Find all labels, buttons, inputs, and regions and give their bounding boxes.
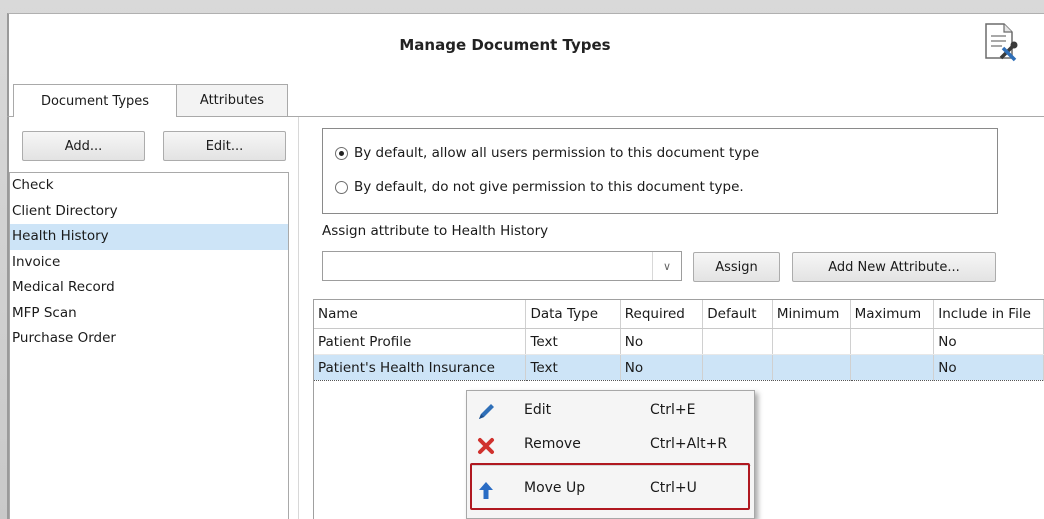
permission-options-box: By default, allow all users permission t… <box>322 128 998 214</box>
add-new-attribute-button[interactable]: Add New Attribute... <box>792 252 996 282</box>
edit-document-type-button[interactable]: Edit... <box>163 131 286 161</box>
window-title: Manage Document Types <box>399 36 611 54</box>
deny-permission-label: By default, do not give permission to th… <box>354 179 744 195</box>
allow-permission-option[interactable]: By default, allow all users permission t… <box>335 145 759 161</box>
list-item[interactable]: Client Directory <box>10 199 288 225</box>
table-row[interactable]: Patient Profile Text No No <box>314 328 1044 355</box>
radio-unselected-icon[interactable] <box>335 180 348 194</box>
cell-data-type: Text <box>525 328 621 355</box>
cell-required: No <box>620 354 704 381</box>
cell-maximum <box>850 328 935 355</box>
cell-include-in-file: No <box>933 354 1044 381</box>
column-header-include-in-file[interactable]: Include in File <box>933 300 1044 329</box>
allow-permission-label: By default, allow all users permission t… <box>354 145 760 161</box>
document-type-list: Check Client Directory Health History In… <box>9 172 289 519</box>
red-x-icon <box>478 438 494 454</box>
add-document-type-button[interactable]: Add... <box>22 131 145 161</box>
cell-name: Patient Profile <box>314 328 527 355</box>
list-item[interactable]: Invoice <box>10 250 288 276</box>
table-row-selected[interactable]: Patient's Health Insurance Text No No <box>314 354 1044 381</box>
cell-minimum <box>772 328 851 355</box>
menu-item-label: Remove <box>524 436 581 452</box>
list-item[interactable]: Check <box>10 173 288 199</box>
menu-item-label: Edit <box>524 402 552 418</box>
chevron-down-icon[interactable]: ∨ <box>652 252 681 280</box>
column-header-required[interactable]: Required <box>620 300 704 329</box>
menu-item-shortcut: Ctrl+E <box>650 402 696 418</box>
panel-divider <box>298 117 299 519</box>
deny-permission-option[interactable]: By default, do not give permission to th… <box>335 179 744 195</box>
cell-include-in-file: No <box>933 328 1044 355</box>
cell-required: No <box>620 328 704 355</box>
attribute-combo[interactable]: ∨ <box>322 251 682 281</box>
list-item-selected[interactable]: Health History <box>10 224 288 250</box>
menu-item-remove[interactable]: Remove Ctrl+Alt+R <box>467 428 754 462</box>
list-item[interactable]: Medical Record <box>10 275 288 301</box>
cell-default <box>702 328 773 355</box>
tab-attributes[interactable]: Attributes <box>176 84 288 116</box>
cell-name: Patient's Health Insurance <box>314 354 527 381</box>
column-header-data-type[interactable]: Data Type <box>525 300 621 329</box>
column-header-maximum[interactable]: Maximum <box>850 300 935 329</box>
assign-attribute-label: Assign attribute to Health History <box>322 223 549 239</box>
list-item[interactable]: Purchase Order <box>10 326 288 352</box>
menu-item-shortcut: Ctrl+Alt+R <box>650 436 728 452</box>
pencil-icon <box>479 404 494 419</box>
cell-maximum <box>850 354 935 381</box>
tab-document-types[interactable]: Document Types <box>13 84 177 117</box>
radio-selected-icon[interactable] <box>335 146 348 160</box>
column-header-minimum[interactable]: Minimum <box>772 300 851 329</box>
move-up-highlight-box <box>470 463 750 510</box>
cell-data-type: Text <box>525 354 621 381</box>
cell-default <box>702 354 773 381</box>
assign-button[interactable]: Assign <box>693 252 780 282</box>
list-item[interactable]: MFP Scan <box>10 301 288 327</box>
column-header-name[interactable]: Name <box>314 300 527 329</box>
menu-item-edit[interactable]: Edit Ctrl+E <box>467 394 754 428</box>
cell-minimum <box>772 354 851 381</box>
document-settings-icon <box>985 23 1018 62</box>
grid-header-row: Name Data Type Required Default Minimum … <box>314 300 1044 329</box>
column-header-default[interactable]: Default <box>702 300 773 329</box>
